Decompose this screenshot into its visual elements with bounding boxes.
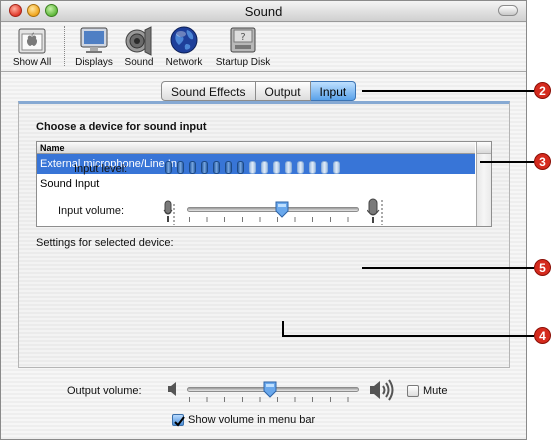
callout-badge: 5	[534, 259, 551, 276]
tab-input[interactable]: Input	[310, 81, 357, 101]
microphone-high-icon	[366, 198, 383, 225]
speaker-high-icon	[369, 379, 395, 406]
callout-line	[282, 335, 534, 337]
toolbar-label: Startup Disk	[215, 57, 271, 68]
level-segment	[309, 161, 316, 174]
level-segment	[249, 161, 256, 174]
level-segment	[237, 161, 244, 174]
title-bar[interactable]: Sound	[1, 1, 526, 22]
mute-checkbox[interactable]	[407, 385, 419, 397]
speaker-low-icon	[167, 382, 179, 401]
toolbar-toggle-button[interactable]	[498, 5, 518, 16]
toolbar-label: Network	[165, 57, 203, 68]
display-icon	[78, 24, 110, 56]
toolbar-network[interactable]: Network	[161, 24, 207, 68]
globe-icon	[168, 24, 200, 56]
toolbar-displays[interactable]: Displays	[72, 24, 116, 68]
checkmark-icon	[174, 416, 185, 427]
slider-thumb[interactable]	[275, 201, 289, 218]
level-segment	[189, 161, 196, 174]
toolbar-sound[interactable]: Sound	[122, 24, 156, 68]
scrollbar-cap	[477, 142, 491, 154]
toolbar-show-all[interactable]: Show All	[7, 24, 57, 68]
window-title: Sound	[244, 4, 283, 19]
slider-thumb[interactable]	[263, 381, 277, 398]
level-segment	[165, 161, 172, 174]
level-segment	[213, 161, 220, 174]
input-volume-slider[interactable]	[187, 201, 359, 225]
callout-line	[362, 267, 534, 269]
tab-sound-effects[interactable]: Sound Effects	[161, 81, 256, 101]
tab-output[interactable]: Output	[255, 81, 311, 101]
menubar-volume-checkbox[interactable]	[172, 414, 185, 427]
slider-ticks	[189, 217, 357, 222]
level-segment	[201, 161, 208, 174]
level-segment	[273, 161, 280, 174]
level-segment	[321, 161, 328, 174]
list-scrollbar[interactable]	[476, 142, 491, 226]
svg-text:?: ?	[240, 32, 245, 43]
callout-badge: 2	[534, 82, 551, 99]
input-level-meter	[165, 161, 345, 175]
callout-line	[282, 321, 284, 336]
toolbar-divider	[1, 71, 526, 72]
input-panel: Choose a device for sound input Name Ext…	[18, 101, 510, 368]
toolbar-separator	[64, 26, 65, 66]
device-list-heading: Choose a device for sound input	[36, 121, 207, 133]
menubar-volume-label[interactable]: Show volume in menu bar	[188, 414, 315, 426]
mute-label[interactable]: Mute	[423, 385, 447, 397]
callout-badge: 3	[534, 153, 551, 170]
callout-line	[362, 90, 534, 92]
toolbar-label: Show All	[12, 57, 52, 68]
toolbar-startup-disk[interactable]: ? Startup Disk	[213, 24, 273, 68]
callout-line	[480, 161, 534, 163]
input-level-label: Input level:	[74, 163, 128, 175]
level-segment	[297, 161, 304, 174]
output-volume-label: Output volume:	[67, 385, 142, 397]
toolbar-label: Sound	[124, 57, 154, 68]
level-segment	[177, 161, 184, 174]
level-segment	[261, 161, 268, 174]
list-column-header[interactable]: Name	[37, 142, 475, 154]
speaker-icon	[123, 24, 155, 56]
level-segment	[333, 161, 340, 174]
disk-icon: ?	[227, 24, 259, 56]
toolbar: Show All Displays Sound Network ? Startu…	[1, 22, 526, 70]
input-volume-label: Input volume:	[58, 205, 125, 217]
callout-badge: 4	[534, 327, 551, 344]
sound-preferences-window: Sound Show All Displays Sound Network ? …	[0, 0, 527, 440]
settings-label: Settings for selected device:	[36, 237, 174, 249]
tab-bar: Sound Effects Output Input	[161, 81, 357, 101]
microphone-low-icon	[163, 200, 175, 225]
slider-track[interactable]	[187, 207, 359, 212]
output-volume-slider[interactable]	[187, 381, 359, 405]
list-item[interactable]: Sound Input	[37, 174, 475, 194]
level-segment	[225, 161, 232, 174]
toolbar-label: Displays	[75, 57, 113, 68]
level-segment	[285, 161, 292, 174]
apple-logo-icon	[16, 24, 48, 56]
